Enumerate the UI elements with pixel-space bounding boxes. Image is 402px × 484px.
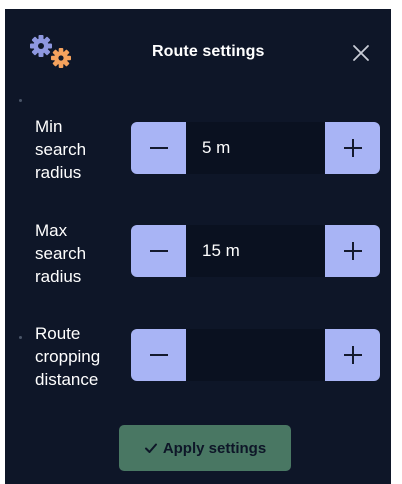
route-cropping-distance-stepper [131,329,380,381]
apply-settings-label: Apply settings [162,439,267,457]
label-line: distance [35,370,99,389]
label-line: search [35,244,87,263]
apply-settings-button[interactable]: Apply settings [119,425,291,471]
plus-icon [343,346,362,364]
label-line: Max [35,221,68,240]
label-line: cropping [35,347,101,366]
max-search-radius-stepper [131,225,380,277]
label-line: search [35,140,87,159]
minus-icon [149,147,168,149]
plus-icon [343,242,362,260]
plus-icon [343,139,362,157]
min-search-radius-input[interactable] [186,122,325,174]
gears-icon [30,35,71,68]
route-cropping-distance-label: Route cropping distance [35,322,125,391]
increment-button[interactable] [325,122,380,174]
min-search-radius-stepper [131,122,380,174]
label-line: radius [35,163,82,182]
max-search-radius-input[interactable] [186,225,325,277]
label-line: radius [35,267,82,286]
label-line: Min [35,117,63,136]
label-line: Route [35,324,81,343]
minus-icon [149,354,168,356]
max-search-radius-label: Max search radius [35,219,125,288]
decorative-dot [19,99,22,102]
decrement-button[interactable] [131,122,186,174]
decrement-button[interactable] [131,225,186,277]
check-icon [144,443,157,453]
minus-icon [149,250,168,252]
increment-button[interactable] [325,329,380,381]
close-icon[interactable] [349,41,373,65]
route-cropping-distance-input[interactable] [186,329,325,381]
decorative-dot [19,336,22,339]
route-settings-panel: Route settings Min search radius Max sea… [5,9,391,484]
increment-button[interactable] [325,225,380,277]
min-search-radius-label: Min search radius [35,115,125,184]
decrement-button[interactable] [131,329,186,381]
panel-title: Route settings [152,43,265,60]
